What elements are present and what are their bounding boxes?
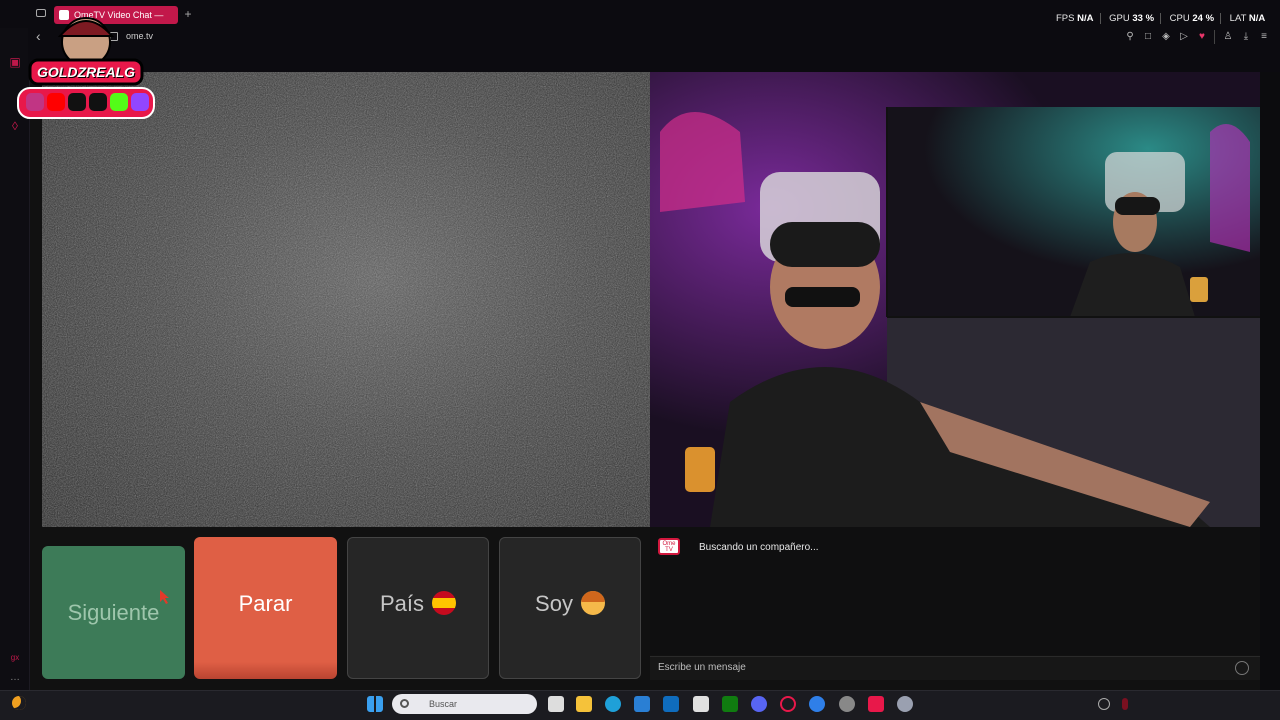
shield-icon[interactable]: ◈ [1160, 31, 1172, 43]
message-input[interactable]: Escribe un mensaje [658, 662, 746, 673]
gpu-value: 33 % [1132, 13, 1155, 25]
ometv-logo-icon: Ome TV [658, 538, 680, 555]
play-icon[interactable]: ▷ [1178, 31, 1190, 43]
stranger-video [42, 72, 650, 527]
search-icon [400, 699, 409, 708]
edge-icon[interactable] [605, 696, 621, 712]
camera-scene [650, 72, 1260, 527]
taskbar-search[interactable]: Buscar [392, 694, 537, 714]
fps-value: N/A [1077, 13, 1094, 25]
alert-icon[interactable]: ◊ [7, 118, 23, 134]
self-camera-video [650, 72, 1260, 527]
address-bar [28, 28, 1280, 72]
pin-icon[interactable]: ⚲ [1124, 31, 1136, 43]
toolbar-divider [1214, 30, 1215, 44]
settings-icon[interactable] [897, 696, 913, 712]
gender-label: Soy [535, 591, 573, 616]
heart-icon[interactable]: ♥ [1196, 31, 1208, 43]
folder-icon[interactable] [576, 696, 592, 712]
page-right-edge [1260, 72, 1280, 690]
boy-face-icon [580, 591, 605, 616]
lat-label: LAT [1229, 13, 1247, 25]
more-icon[interactable]: … [7, 670, 23, 686]
cpu-label: CPU [1169, 13, 1190, 25]
cpu-value: 24 % [1192, 13, 1215, 25]
discord-icon[interactable] [751, 696, 767, 712]
country-button[interactable]: País [347, 537, 489, 679]
xbox-icon[interactable] [722, 696, 738, 712]
gpu-label: GPU [1109, 13, 1130, 25]
spain-flag-icon [432, 591, 457, 616]
tiktok-icon[interactable] [868, 696, 884, 712]
stop-button[interactable]: Parar [194, 537, 337, 679]
emoji-icon[interactable] [1235, 661, 1249, 675]
lat-value: N/A [1248, 13, 1266, 25]
opera-gx-icon[interactable] [780, 696, 796, 712]
account-icon[interactable]: ♙ [1222, 31, 1234, 43]
performance-stats: FPS N/A GPU 33 % CPU 24 % LAT N/A [1056, 13, 1265, 24]
menu-icon[interactable]: ≡ [1258, 31, 1270, 43]
weather-moon-icon[interactable] [12, 696, 26, 710]
next-button[interactable]: Siguiente [42, 546, 185, 679]
store-icon[interactable] [634, 696, 650, 712]
download-icon[interactable]: ⤓ [1240, 31, 1252, 43]
searching-status: Buscando un compañero... [699, 542, 819, 553]
messenger-icon[interactable] [809, 696, 825, 712]
file-icon[interactable] [548, 696, 564, 712]
streamer-logo-overlay: GOLDZREALG [16, 12, 156, 120]
tray-icon[interactable] [1098, 698, 1110, 710]
mail-icon[interactable] [693, 696, 709, 712]
gender-button[interactable]: Soy [499, 537, 641, 679]
logo-text: GOLDZREALG [37, 64, 135, 80]
gx-icon[interactable]: gx [7, 650, 23, 666]
mic-icon[interactable] [1122, 698, 1128, 710]
snapshot-icon[interactable]: □ [1142, 31, 1154, 43]
country-label: País [379, 591, 425, 616]
fps-label: FPS [1056, 13, 1075, 25]
app-icon[interactable] [839, 696, 855, 712]
static-noise [42, 72, 650, 527]
start-icon[interactable] [367, 696, 383, 712]
outlook-icon[interactable] [663, 696, 679, 712]
new-tab-button[interactable]: + [182, 8, 194, 20]
